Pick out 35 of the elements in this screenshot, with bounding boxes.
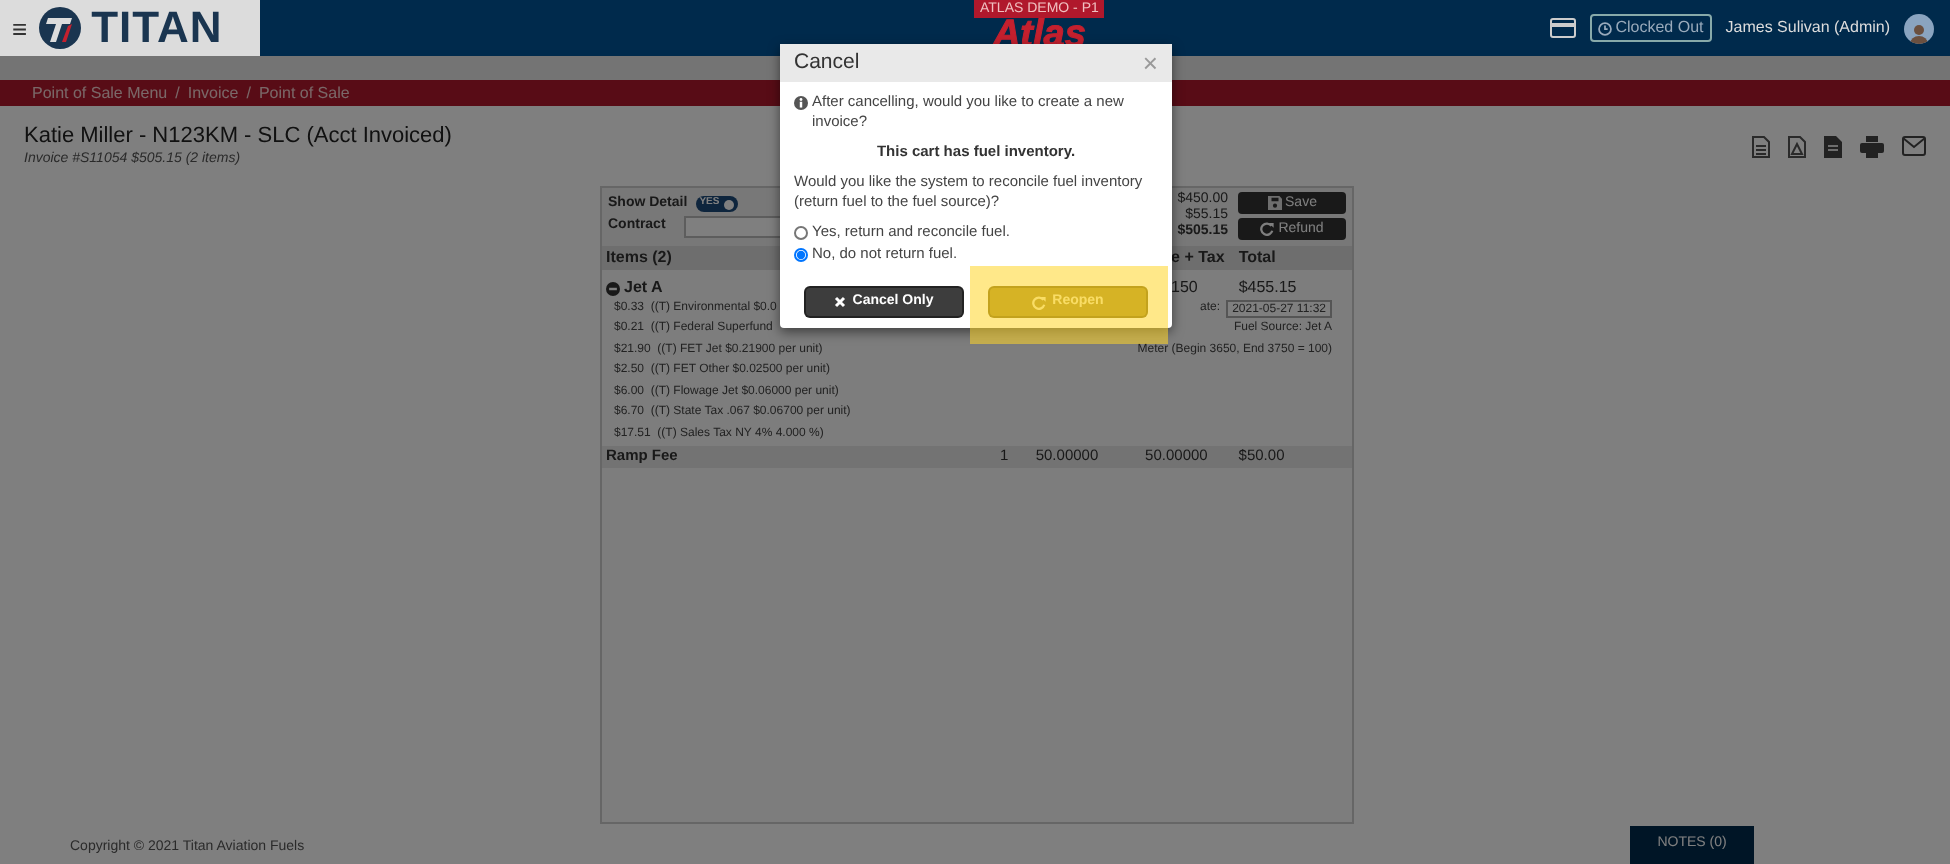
- logo-text: TITAN: [91, 6, 223, 50]
- breadcrumb-separator: /: [246, 81, 251, 105]
- refresh-icon: [1032, 295, 1047, 309]
- refresh-icon: [1260, 222, 1275, 236]
- info-icon: [794, 96, 808, 110]
- clock-icon: [1597, 21, 1612, 35]
- column-header: Items (2): [606, 248, 672, 266]
- radio-button[interactable]: [794, 247, 808, 261]
- radio-button[interactable]: [794, 225, 808, 239]
- close-icon: [834, 296, 847, 308]
- column-header: e + Tax: [1171, 248, 1225, 266]
- avatar-icon[interactable]: [1904, 13, 1934, 43]
- invoice-title: Katie Miller - N123KM - SLC (Acct Invoiced): [24, 124, 452, 150]
- breadcrumb-link[interactable]: Point of Sale Menu: [32, 81, 168, 105]
- document-icon[interactable]: [1752, 136, 1770, 158]
- column-header: Total: [1238, 248, 1276, 266]
- item-name: Jet A: [624, 276, 663, 300]
- clock-status-button[interactable]: Clocked Out: [1589, 14, 1712, 42]
- email-icon[interactable]: [1902, 136, 1926, 156]
- pdf-icon[interactable]: [1788, 136, 1806, 158]
- breadcrumb-separator: /: [175, 81, 180, 105]
- credit-card-icon[interactable]: [1549, 18, 1576, 38]
- breadcrumb-link[interactable]: Point of Sale: [258, 81, 350, 105]
- logo-icon: [37, 6, 82, 50]
- collapse-icon[interactable]: [606, 281, 620, 295]
- menu-icon[interactable]: ≡: [12, 15, 28, 41]
- dialog-title: Cancel: [794, 47, 860, 78]
- close-button[interactable]: ×: [1142, 50, 1158, 76]
- total-cell: $455.15: [1238, 278, 1297, 296]
- file-icon[interactable]: [1824, 136, 1842, 158]
- print-icon[interactable]: [1860, 136, 1884, 158]
- price-tax-cell: 150: [1171, 278, 1198, 296]
- breadcrumb-link[interactable]: Invoice: [187, 81, 239, 105]
- user-name[interactable]: James Sulivan (Admin): [1725, 16, 1890, 40]
- save-icon: [1267, 196, 1282, 210]
